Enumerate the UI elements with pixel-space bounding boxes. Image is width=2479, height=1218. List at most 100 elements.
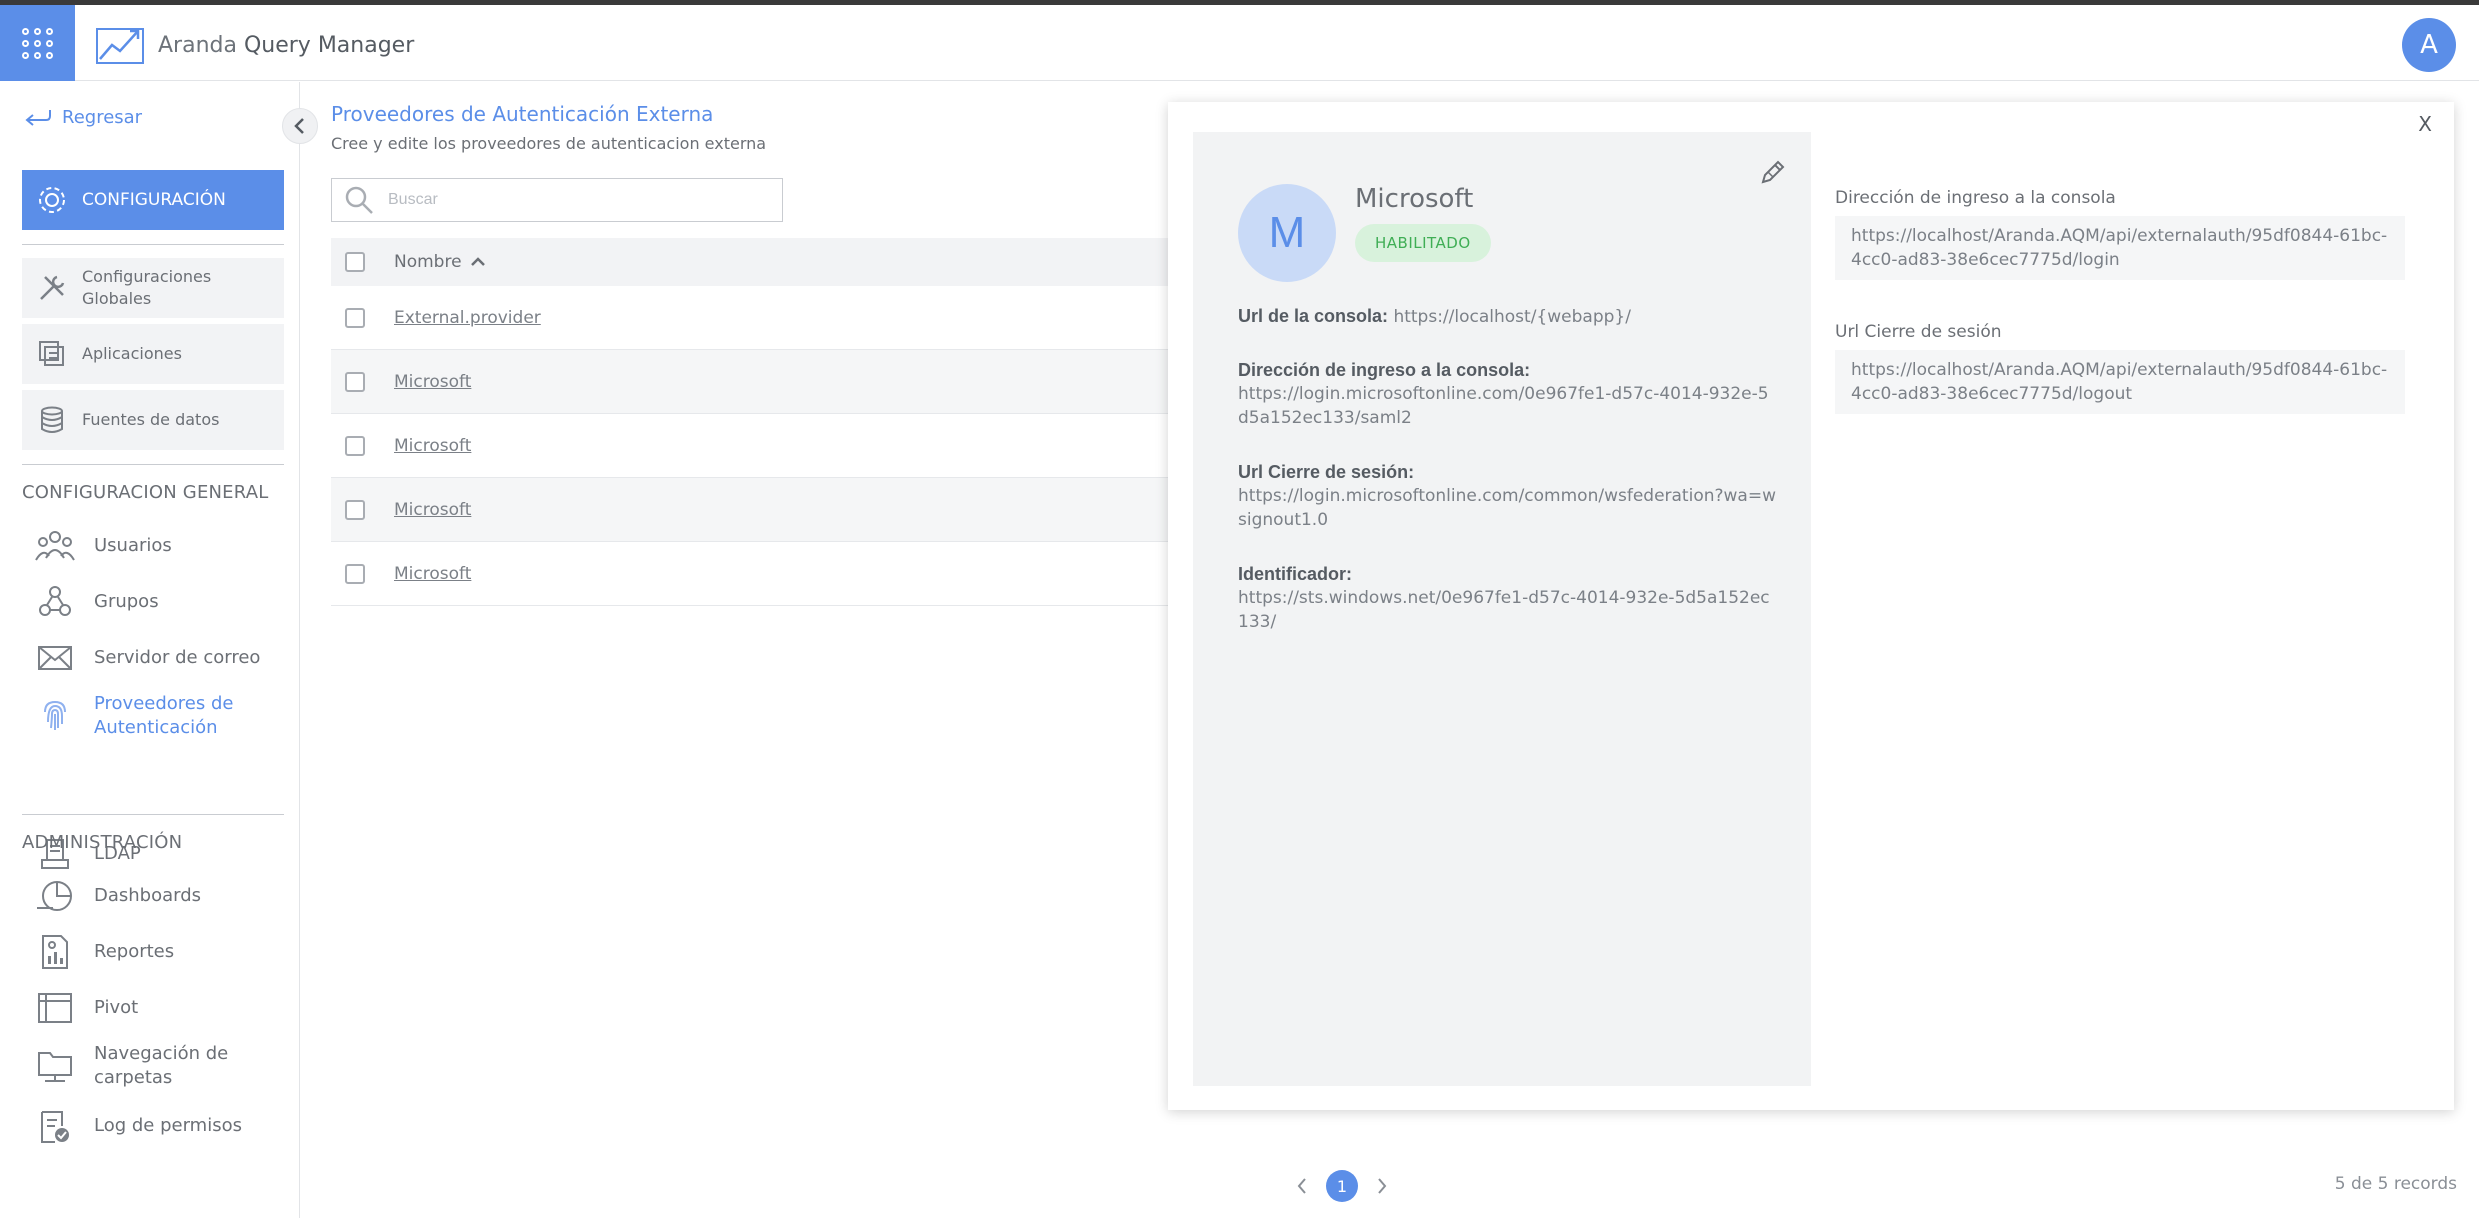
previous-page-button[interactable] [1290,1174,1314,1198]
sidebar-item-mail-server[interactable]: Servidor de correo [34,638,260,678]
search-icon [345,186,373,214]
user-avatar[interactable]: A [2402,18,2456,72]
sidebar-item-label: Fuentes de datos [82,410,220,429]
sidebar-item-folder-navigation[interactable]: Navegación de carpetas [34,1042,284,1090]
pagination: 1 [1290,1170,1394,1202]
provider-card: M Microsoft HABILITADO Url de la consola… [1193,132,1811,1086]
sidebar-item-dashboards[interactable]: Dashboards [34,876,201,916]
chart-logo-icon [96,28,144,64]
logout-url-label: Url Cierre de sesión: [1238,462,1415,482]
column-header-name[interactable]: Nombre [394,252,486,272]
sidebar-item-label: Configuraciones Globales [82,267,212,308]
permissions-log-icon [34,1106,76,1146]
applications-icon [36,338,68,370]
sidebar-item-global-config[interactable]: Configuraciones Globales [22,258,284,318]
edit-button[interactable] [1759,158,1787,190]
provider-name: Microsoft [1355,184,1474,214]
status-badge: HABILITADO [1355,224,1491,262]
back-link[interactable]: Regresar [22,106,142,128]
chevron-right-icon [1378,1178,1387,1194]
sidebar-item-label: Pivot [94,997,139,1018]
provider-name-link[interactable]: Microsoft [394,500,471,520]
row-checkbox[interactable] [345,563,365,584]
sidebar-item-pivot[interactable]: Pivot [34,988,138,1028]
fingerprint-icon [34,696,76,736]
pivot-icon [34,988,76,1028]
logout-url-value: https://login.microsoftonline.com/common… [1238,486,1776,530]
pencil-icon [1761,160,1785,184]
return-arrow-icon [25,110,51,126]
close-panel-button[interactable]: X [2418,112,2432,136]
app-name-bold: Query Manager [243,32,415,58]
provider-avatar: M [1238,184,1336,282]
records-count: 5 de 5 records [2334,1174,2457,1194]
mail-icon [34,638,76,678]
database-icon [36,404,68,436]
next-page-button[interactable] [1370,1174,1394,1198]
provider-name-link[interactable]: Microsoft [394,436,471,456]
identifier-field: Identificador: https://sts.windows.net/0… [1238,562,1778,634]
sort-ascending-icon [470,257,485,266]
console-url-value: https://localhost/{webapp}/ [1393,307,1631,327]
divider [22,244,284,245]
app-header: Aranda Query Manager A [0,5,2479,81]
chevron-left-icon [1297,1178,1306,1194]
session-logout-value[interactable]: https://localhost/Aranda.AQM/api/externa… [1835,350,2405,414]
users-icon [34,526,76,566]
divider [22,814,284,815]
page-title: Proveedores de Autenticación Externa [331,102,714,126]
console-url-label: Url de la consola: [1238,306,1389,326]
section-title-admin: ADMINISTRACIÓN [22,832,183,853]
chevron-left-icon [294,118,304,134]
section-title-general: CONFIGURACION GENERAL [22,482,269,503]
search-input[interactable] [388,191,768,209]
sidebar-item-label: Servidor de correo [94,647,261,668]
provider-name-link[interactable]: External.provider [394,308,541,328]
console-url-field: Url de la consola: https://localhost/{we… [1238,304,1778,329]
back-label: Regresar [62,106,143,128]
sidebar-item-reports[interactable]: Reportes [34,932,174,972]
gear-icon [39,187,65,213]
sidebar-item-users[interactable]: Usuarios [34,526,172,566]
app-name-light: Aranda [158,32,237,58]
sidebar-item-label: Grupos [94,591,159,612]
session-logout-section: Url Cierre de sesión https://localhost/A… [1835,322,2405,414]
login-address-field: Dirección de ingreso a la consola: https… [1238,358,1778,430]
sidebar-item-groups[interactable]: Grupos [34,582,159,622]
row-checkbox[interactable] [345,435,365,456]
dashboard-icon [34,876,76,916]
groups-icon [34,582,76,622]
console-login-address-label: Dirección de ingreso a la consola [1835,188,2116,208]
provider-name-link[interactable]: Microsoft [394,564,471,584]
sidebar-collapse-button[interactable] [282,108,318,144]
session-logout-label: Url Cierre de sesión [1835,322,2002,342]
provider-name-link[interactable]: Microsoft [394,372,471,392]
configuration-label: CONFIGURACIÓN [82,190,226,210]
sidebar-item-label: Navegación de carpetas [94,1043,229,1088]
sidebar-item-label: Log de permisos [94,1115,242,1136]
tools-icon [36,272,68,304]
app-launcher-button[interactable] [0,5,75,81]
logout-url-field: Url Cierre de sesión: https://login.micr… [1238,460,1778,532]
identifier-label: Identificador: [1238,564,1353,584]
select-all-checkbox[interactable] [345,252,365,272]
divider [22,464,284,465]
reports-icon [34,932,76,972]
provider-detail-panel: X M Microsoft HABILITADO Url de la conso… [1168,102,2454,1110]
console-login-address-value[interactable]: https://localhost/Aranda.AQM/api/externa… [1835,216,2405,280]
sidebar-item-permissions-log[interactable]: Log de permisos [34,1106,242,1146]
sidebar-item-label: Dashboards [94,885,202,906]
row-checkbox[interactable] [345,499,365,520]
console-login-address-section: Dirección de ingreso a la consola https:… [1835,188,2405,280]
row-checkbox[interactable] [345,371,365,392]
grid-icon [22,27,53,59]
current-page-button[interactable]: 1 [1326,1170,1358,1202]
configuration-button[interactable]: CONFIGURACIÓN [22,170,284,230]
identifier-value: https://sts.windows.net/0e967fe1-d57c-40… [1238,588,1770,632]
sidebar-item-applications[interactable]: Aplicaciones [22,324,284,384]
row-checkbox[interactable] [345,307,365,328]
sidebar-item-auth-providers[interactable]: Proveedores de Autenticación [34,692,294,740]
sidebar-item-data-sources[interactable]: Fuentes de datos [22,390,284,450]
sidebar-item-label: Reportes [94,941,175,962]
sidebar-item-label: Aplicaciones [82,344,182,363]
